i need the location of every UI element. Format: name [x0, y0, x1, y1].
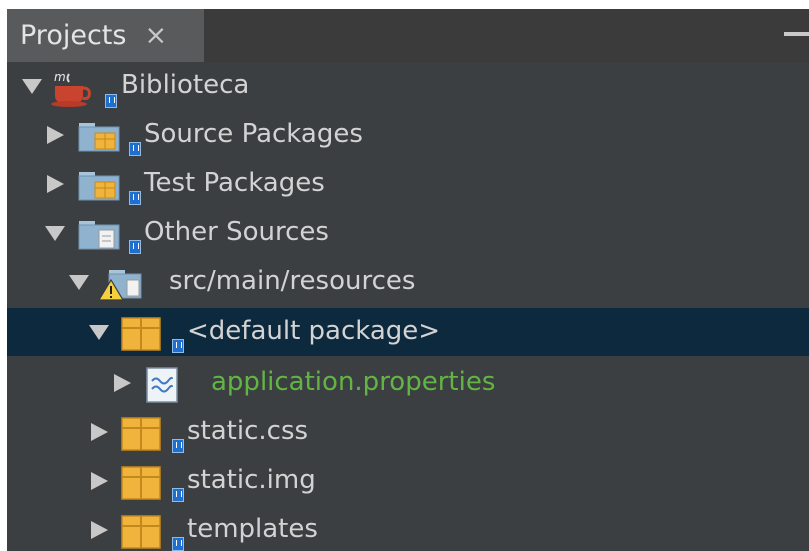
maven-badge-icon: [172, 488, 184, 502]
tree-node-label: Other Sources: [144, 217, 329, 247]
collapsed-arrow-icon[interactable]: [110, 372, 134, 394]
maven-project-icon: m: [51, 70, 91, 107]
tree-node-label: templates: [187, 514, 318, 544]
properties-file-icon: [146, 367, 178, 403]
package-icon: [121, 417, 161, 451]
minimize-button[interactable]: [784, 32, 809, 36]
tree-node-label: <default package>: [187, 316, 441, 346]
tree-node-templates[interactable]: templates: [7, 506, 809, 551]
maven-badge-icon: [129, 240, 141, 254]
package-icon: [121, 317, 161, 351]
tree-node-label: Test Packages: [144, 168, 325, 198]
resources-folder-warning-icon: [99, 270, 142, 301]
collapsed-arrow-icon[interactable]: [43, 173, 67, 195]
tree-node-static-img[interactable]: static.img: [7, 457, 809, 505]
maven-badge-icon: [172, 537, 184, 551]
collapsed-arrow-icon[interactable]: [87, 470, 111, 492]
tree-node-default-package[interactable]: <default package>: [7, 308, 809, 356]
tree-node-application-properties[interactable]: application.properties: [7, 359, 809, 407]
panel-header: Projects ×: [7, 9, 809, 62]
expanded-arrow-icon[interactable]: [20, 75, 44, 97]
maven-badge-icon: [172, 439, 184, 453]
collapsed-arrow-icon[interactable]: [87, 519, 111, 541]
projects-panel: Projects × m Biblioteca Source Packages …: [7, 9, 809, 551]
maven-badge-icon: [105, 94, 117, 108]
tree-node-source-packages[interactable]: Source Packages: [7, 111, 809, 159]
tree-node-src-main-resources[interactable]: src/main/resources: [7, 258, 809, 306]
maven-badge-icon: [129, 191, 141, 205]
maven-badge-icon: [129, 142, 141, 156]
collapsed-arrow-icon[interactable]: [43, 124, 67, 146]
tree-node-label: Source Packages: [144, 119, 363, 149]
package-icon: [121, 466, 161, 500]
tree-node-label: application.properties: [211, 367, 496, 397]
tree-node-label: static.img: [187, 465, 316, 495]
tree-node-label: Biblioteca: [121, 70, 250, 100]
maven-badge-icon: [172, 339, 184, 353]
expanded-arrow-icon[interactable]: [43, 222, 67, 244]
tree-node-static-css[interactable]: static.css: [7, 408, 809, 456]
other-sources-folder-icon: [78, 221, 120, 250]
tree-node-label: static.css: [187, 416, 309, 446]
tab-projects[interactable]: Projects ×: [7, 9, 204, 62]
source-packages-folder-icon: [78, 123, 120, 152]
test-packages-folder-icon: [78, 172, 120, 201]
tab-label: Projects: [20, 20, 127, 51]
close-icon[interactable]: ×: [144, 20, 167, 51]
tree-node-biblioteca[interactable]: m Biblioteca: [7, 62, 809, 110]
tree-node-label: src/main/resources: [169, 266, 416, 296]
tree-node-other-sources[interactable]: Other Sources: [7, 209, 809, 257]
expanded-arrow-icon[interactable]: [67, 271, 91, 293]
tree-node-test-packages[interactable]: Test Packages: [7, 160, 809, 208]
svg-text:m: m: [54, 70, 66, 84]
package-icon: [121, 515, 161, 549]
expanded-arrow-icon[interactable]: [87, 321, 111, 343]
collapsed-arrow-icon[interactable]: [87, 421, 111, 443]
